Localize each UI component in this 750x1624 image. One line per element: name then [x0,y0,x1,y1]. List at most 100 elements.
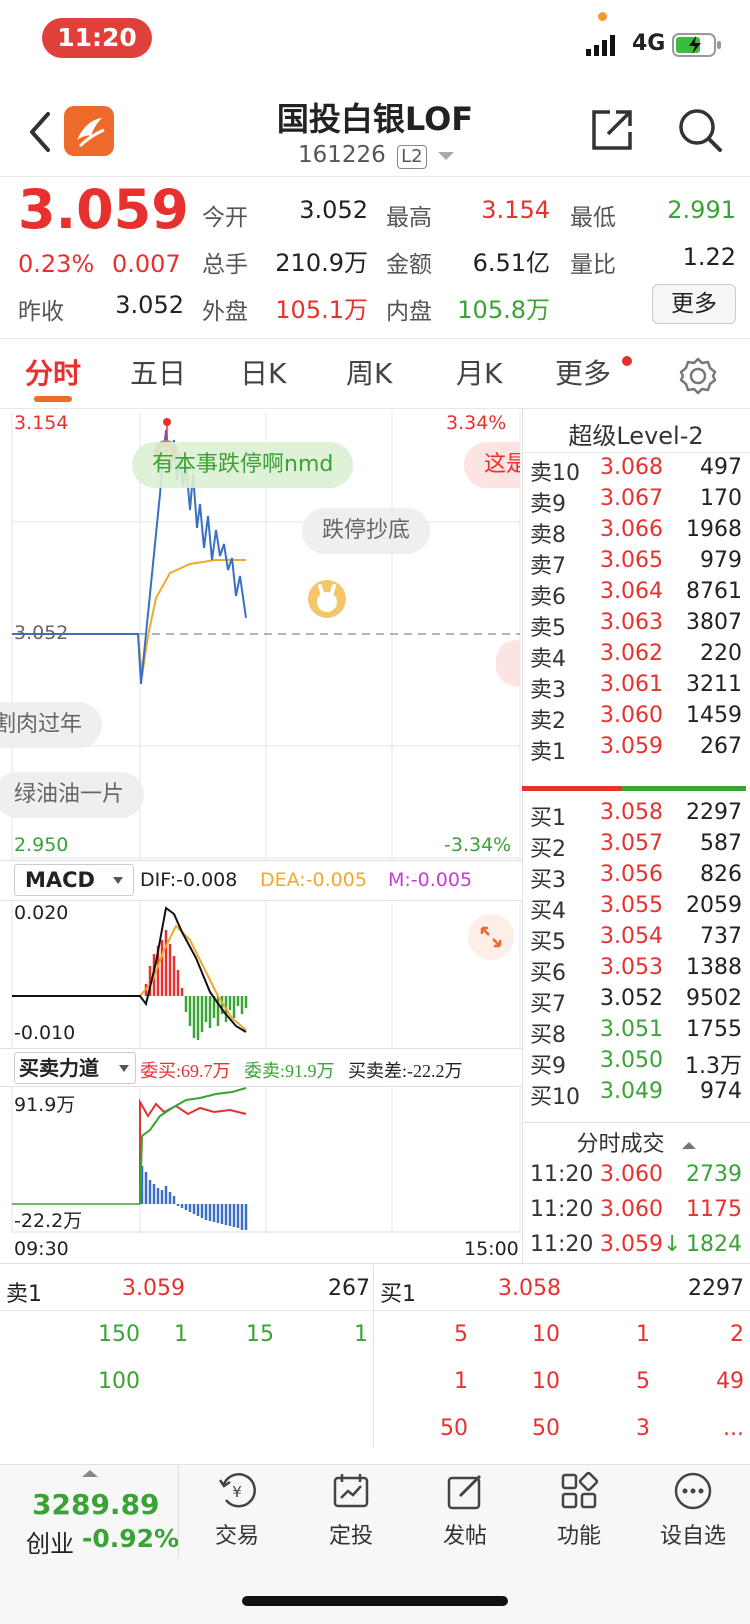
ask-volume: 497 [700,455,742,480]
tab-more[interactable]: 更多 [555,352,611,392]
ask-volume: 979 [700,548,742,573]
bid-price: 3.056 [600,862,663,887]
spread-bar-red [522,786,622,791]
chevron-down-icon[interactable] [437,151,454,160]
home-indicator [242,1596,508,1606]
ask-row[interactable]: 卖5 3.063 3807 [530,610,742,642]
ask-level-label: 卖2 [530,709,566,734]
macd-m: M:-0.005 [388,869,473,891]
ask-row[interactable]: 卖1 3.059 267 [530,734,742,766]
bid-row[interactable]: 买4 3.055 2059 [530,893,742,925]
trade-row: 11:20 3.059 ↓ 1824 [530,1232,742,1264]
level-badge: L2 [397,145,427,169]
level2-title[interactable]: 超级Level-2 [522,416,750,451]
bid-volume: 9502 [686,986,742,1011]
tab-monthly-k[interactable]: 月K [456,352,502,392]
nav-post-label: 发帖 [442,1524,487,1549]
nav-trade[interactable]: ¥ 交易 [182,1470,292,1550]
bid-row[interactable]: 买7 3.052 9502 [530,986,742,1018]
ask-volume: 170 [700,486,742,511]
bid-row[interactable]: 买10 3.049 974 [530,1079,742,1111]
nav-post[interactable]: 发帖 [410,1470,520,1550]
inner-value: 105.8万 [457,296,550,324]
trade-volume: 2739 [686,1162,742,1187]
bid-row[interactable]: 买1 3.058 2297 [530,800,742,832]
divider [522,1122,750,1123]
bid-volume: 737 [700,924,742,949]
queue-buy1-label: 买1 [380,1282,416,1307]
settings-gear-icon[interactable] [678,356,718,396]
ask-row[interactable]: 卖3 3.061 3211 [530,672,742,704]
queue-buy-order: 10 [532,1322,560,1347]
bid-price: 3.049 [600,1079,663,1104]
trade-price: 3.060 [600,1197,663,1222]
index-value[interactable]: 3289.89 [32,1488,160,1521]
nav-invest[interactable]: 定投 [296,1470,406,1550]
open-label: 今开 [202,205,248,231]
nav-add-watchlist[interactable]: 设自选 [638,1470,748,1550]
bid-level-label: 买3 [530,868,566,893]
bid-row[interactable]: 买6 3.053 1388 [530,955,742,987]
ask-row[interactable]: 卖2 3.060 1459 [530,703,742,735]
prev-close-label: 昨收 [18,299,64,325]
divider [0,176,750,177]
high-value: 3.154 [481,196,550,224]
signal-icon [586,34,622,56]
ask-price: 3.064 [600,579,663,604]
bid-row[interactable]: 买3 3.056 826 [530,862,742,894]
bid-level-label: 买5 [530,930,566,955]
force-buy: 委买:69.7万 [140,1061,231,1081]
comment-bubble[interactable]: 割肉过年 [0,702,103,748]
comment-bubble[interactable]: 跌停抄底 [302,508,431,554]
ask-row[interactable]: 卖6 3.064 8761 [530,579,742,611]
page-title: 国投白银LOF [276,100,474,138]
bid-price: 3.058 [600,800,663,825]
ask-price: 3.061 [600,672,663,697]
ask-level-label: 卖4 [530,647,566,672]
bid-price: 3.054 [600,924,663,949]
bid-row[interactable]: 买2 3.057 587 [530,831,742,863]
macd-selector[interactable]: MACD [14,864,134,896]
trade-icon: ¥ [216,1470,258,1512]
low-label: 最低 [570,205,616,231]
bid-row[interactable]: 买9 3.050 1.3万 [530,1048,742,1080]
ask-row[interactable]: 卖10 3.068 497 [530,455,742,487]
force-selector[interactable]: 买卖力道 [14,1052,136,1084]
queue-buy-order: 1 [636,1322,650,1347]
comment-bubble[interactable]: 绿油油一片 [0,772,145,818]
bid-row[interactable]: 买8 3.051 1755 [530,1017,742,1049]
force-blue-bars [140,1166,248,1230]
bid-row[interactable]: 买5 3.054 737 [530,924,742,956]
queue-sell-order: 15 [246,1322,274,1347]
divider [0,338,750,339]
divider [522,452,750,453]
tab-five-day[interactable]: 五日 [130,352,186,392]
ask-row[interactable]: 卖4 3.062 220 [530,641,742,673]
nav-functions[interactable]: 功能 [524,1470,634,1550]
trades-title[interactable]: 分时成交 [522,1126,750,1158]
comment-bubble[interactable]: 有本事跌停啊nmd [132,442,354,488]
ask-price: 3.065 [600,548,663,573]
macd-selector-label: MACD [25,868,95,892]
comment-bubble[interactable]: 这是 [464,442,520,488]
trade-down-arrow-icon: ↓ [663,1232,682,1257]
status-time: 11:20 [42,18,152,58]
tab-weekly-k[interactable]: 周K [346,352,392,392]
share-icon[interactable] [588,106,636,154]
ask-row[interactable]: 卖9 3.067 170 [530,486,742,518]
open-value: 3.052 [299,196,368,224]
ratio-value: 1.22 [682,243,736,271]
expand-icon[interactable] [468,914,514,960]
expand-up-icon[interactable] [82,1470,98,1477]
active-tab-indicator [34,396,72,402]
battery-icon [672,32,724,58]
ask-row[interactable]: 卖8 3.066 1968 [530,517,742,549]
tab-intraday[interactable]: 分时 [25,352,81,392]
more-button[interactable]: 更多 [652,284,736,324]
tab-daily-k[interactable]: 日K [240,352,286,392]
search-icon[interactable] [676,106,724,154]
comment-bubble-partial[interactable] [496,640,520,686]
outer-value: 105.1万 [275,296,368,324]
bid-volume: 826 [700,862,742,887]
ask-row[interactable]: 卖7 3.065 979 [530,548,742,580]
